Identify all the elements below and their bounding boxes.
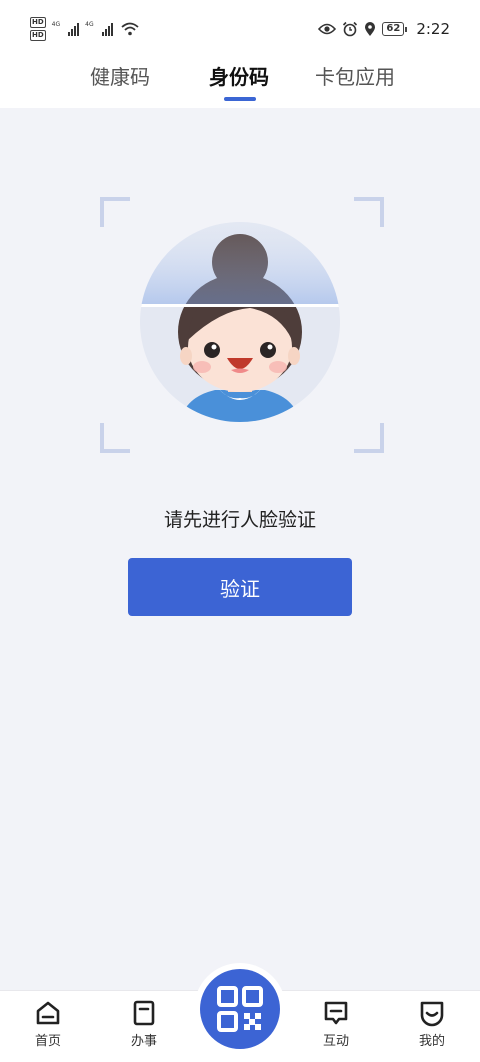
scan-frame-corner xyxy=(100,197,130,227)
status-right: 62 2:22 xyxy=(318,18,450,40)
network-type: 4G xyxy=(51,20,61,28)
nav-label: 互动 xyxy=(322,1034,349,1049)
location-icon xyxy=(365,22,376,36)
nav-label: 办事 xyxy=(130,1034,157,1049)
nav-services[interactable]: 办事 xyxy=(114,999,174,1049)
nav-interaction[interactable]: 互动 xyxy=(306,999,366,1049)
nav-label: 首页 xyxy=(34,1034,61,1049)
nav-home[interactable]: 首页 xyxy=(18,999,78,1049)
wifi-icon xyxy=(121,22,139,36)
home-icon xyxy=(36,1001,60,1025)
alarm-icon xyxy=(343,21,358,37)
signal-icon xyxy=(68,22,80,36)
status-left: HD HD 4G 4G xyxy=(30,16,139,42)
document-icon xyxy=(133,1000,155,1026)
verify-button[interactable]: 验证 xyxy=(128,558,352,616)
eye-icon xyxy=(318,23,337,35)
scan-frame-corner xyxy=(354,197,384,227)
tab-card-apps[interactable]: 卡包应用 xyxy=(315,61,395,90)
network-type: 4G xyxy=(85,20,94,28)
tab-health-code[interactable]: 健康码 xyxy=(90,61,150,90)
face-scan-avatar xyxy=(140,222,340,422)
clock: 2:22 xyxy=(416,20,450,38)
smile-icon xyxy=(420,1001,444,1027)
qr-code-icon xyxy=(217,986,263,1032)
tab-identity-code[interactable]: 身份码 xyxy=(209,61,269,90)
scan-frame-corner xyxy=(354,423,384,453)
hd-badge: HD xyxy=(30,17,46,28)
battery-indicator: 62 xyxy=(382,22,408,36)
scan-frame-corner xyxy=(100,423,130,453)
status-bar: HD HD 4G 4G 62 2:22 xyxy=(0,0,480,56)
qr-scan-button[interactable] xyxy=(200,969,280,1049)
nav-label: 我的 xyxy=(418,1034,445,1049)
signal-icon xyxy=(101,22,113,36)
face-verification-prompt: 请先进行人脸验证 xyxy=(163,509,316,531)
active-tab-indicator xyxy=(224,97,256,101)
hd-badge: HD xyxy=(30,30,46,41)
nav-profile[interactable]: 我的 xyxy=(402,999,462,1049)
chat-icon xyxy=(324,1001,348,1025)
